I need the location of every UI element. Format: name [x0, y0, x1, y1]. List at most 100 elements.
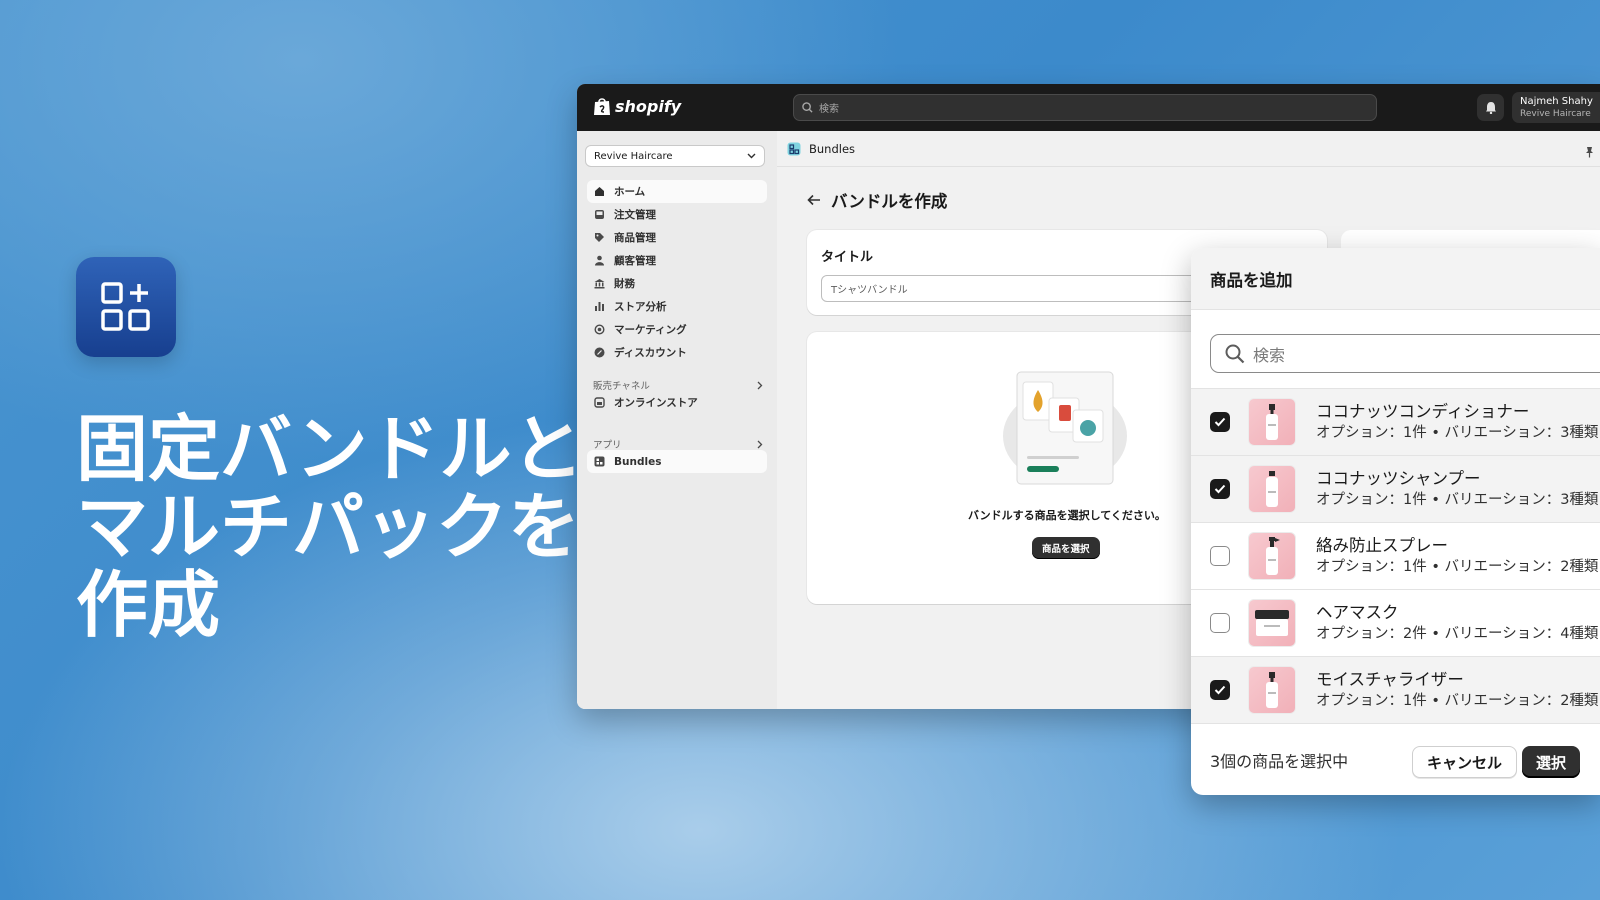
bundle-title-placeholder: Tシャツバンドル [831, 285, 908, 296]
sidebar-item-discounts[interactable]: ディスカウント [587, 341, 767, 364]
search-icon [802, 102, 813, 113]
product-list: ココナッツコンディショナー オプション：1件 • バリエーション：3種類 ココナ… [1191, 388, 1600, 723]
person-icon [593, 255, 605, 267]
product-options: オプション：1件 • バリエーション：3種類 [1316, 492, 1599, 508]
modal-search-input[interactable]: 検索 [1210, 334, 1600, 373]
sidebar-item-label: 商品管理 [614, 232, 656, 244]
list-item[interactable]: ヘアマスク オプション：2件 • バリエーション：4種類 [1191, 589, 1600, 656]
list-item[interactable]: モイスチャライザー オプション：1件 • バリエーション：2種類 [1191, 656, 1600, 723]
cancel-button[interactable]: キャンセル [1412, 746, 1518, 778]
checkbox[interactable] [1210, 479, 1230, 499]
selected-count: 3個の商品を選択中 [1210, 751, 1349, 771]
sidebar-item-label: 財務 [614, 278, 635, 290]
search-icon [1225, 344, 1245, 363]
grid-plus-icon [101, 282, 150, 331]
product-thumbnail [1248, 532, 1296, 580]
product-thumbnail [1248, 599, 1296, 647]
shopify-logo[interactable]: shopify [593, 96, 681, 116]
bar-chart-icon [593, 301, 605, 313]
tag-icon [593, 232, 605, 244]
sidebar: Revive Haircare ホーム 注文管理 商品管理 顧客管理 財務 スト… [577, 131, 777, 709]
bottle-icon [1266, 471, 1278, 507]
user-menu[interactable]: Najmeh Shahy Revive Haircare [1512, 92, 1600, 123]
modal-search-placeholder: 検索 [1253, 345, 1286, 365]
product-options: オプション：1件 • バリエーション：2種類 [1316, 559, 1599, 575]
inbox-icon [593, 209, 605, 221]
checkbox[interactable] [1210, 412, 1230, 432]
top-bar: shopify 検索 Najmeh Shahy Revive Haircare [577, 84, 1600, 131]
notifications-button[interactable] [1477, 94, 1504, 121]
hero-line-3: 作成 [76, 563, 221, 647]
confirm-select-button[interactable]: 選択 [1522, 746, 1581, 778]
checkmark-icon [1214, 484, 1226, 494]
checkmark-icon [1214, 685, 1226, 695]
breadcrumb-label[interactable]: Bundles [809, 142, 855, 156]
global-search-input[interactable]: 検索 [793, 94, 1377, 121]
sidebar-item-label: 注文管理 [614, 209, 656, 221]
back-arrow-icon[interactable] [807, 194, 821, 206]
checkbox[interactable] [1210, 546, 1230, 566]
sidebar-item-bundles[interactable]: Bundles [587, 450, 767, 473]
bundles-app-icon [76, 257, 176, 357]
primary-nav: ホーム 注文管理 商品管理 顧客管理 財務 ストア分析 マーケティング ディスカ… [587, 180, 767, 364]
checkbox[interactable] [1210, 613, 1230, 633]
sidebar-item-label: ディスカウント [614, 347, 687, 359]
sidebar-item-label: 顧客管理 [614, 255, 656, 267]
store-selector[interactable]: Revive Haircare [585, 145, 765, 167]
product-name: 絡み防止スプレー [1316, 536, 1448, 555]
chevron-down-icon [747, 153, 756, 159]
page-title-text: バンドルを作成 [831, 192, 948, 211]
modal-footer: 3個の商品を選択中 キャンセル 選択 [1191, 723, 1600, 795]
product-name: ヘアマスク [1316, 603, 1399, 622]
select-products-button[interactable]: 商品を選択 [1032, 537, 1100, 559]
list-item[interactable]: ココナッツシャンプー オプション：1件 • バリエーション：3種類 [1191, 455, 1600, 522]
bottle-icon [1266, 404, 1278, 440]
shopping-bag-icon [594, 98, 610, 115]
product-name: モイスチャライザー [1316, 670, 1464, 689]
sidebar-item-marketing[interactable]: マーケティング [587, 318, 767, 341]
sidebar-item-customers[interactable]: 顧客管理 [587, 249, 767, 272]
apps-label: アプリ [593, 440, 622, 451]
add-products-modal: 商品を追加 検索 ココナッツコンディショナー オプション：1件 • バリエーショ… [1191, 248, 1600, 795]
sidebar-item-online-store[interactable]: オンラインストア [587, 391, 767, 414]
breadcrumb: Bundles [777, 131, 1600, 167]
sidebar-item-label: オンラインストア [614, 397, 698, 409]
sidebar-item-orders[interactable]: 注文管理 [587, 203, 767, 226]
pin-icon[interactable] [1585, 143, 1594, 162]
product-options: オプション：1件 • バリエーション：2種類 [1316, 693, 1599, 709]
product-thumbnail [1248, 465, 1296, 513]
sidebar-item-analytics[interactable]: ストア分析 [587, 295, 767, 318]
chevron-right-icon [757, 440, 763, 448]
bottle-icon [1266, 672, 1278, 708]
sidebar-item-finance[interactable]: 財務 [587, 272, 767, 295]
bank-icon [593, 278, 605, 290]
hero-headline: 固定バンドルと マルチパックを 作成 [76, 410, 584, 647]
sidebar-item-products[interactable]: 商品管理 [587, 226, 767, 249]
apps-header[interactable]: アプリ [593, 437, 763, 451]
checkmark-icon [1214, 417, 1226, 427]
target-icon [593, 324, 605, 336]
chevron-right-icon [757, 381, 763, 389]
product-thumbnail [1248, 666, 1296, 714]
modal-title: 商品を追加 [1191, 248, 1600, 310]
checkbox[interactable] [1210, 680, 1230, 700]
sidebar-item-home[interactable]: ホーム [587, 180, 767, 203]
page-title: バンドルを作成 [807, 188, 947, 212]
spray-bottle-icon [1266, 537, 1280, 575]
store-name: Revive Haircare [594, 150, 673, 162]
bundles-app-badge-icon [787, 142, 801, 155]
sidebar-item-label: Bundles [614, 455, 662, 468]
sales-channels-header[interactable]: 販売チャネル [593, 378, 763, 392]
sales-channels-label: 販売チャネル [593, 381, 650, 392]
home-icon [593, 186, 605, 198]
logo-text: shopify [615, 96, 682, 116]
list-item[interactable]: ココナッツコンディショナー オプション：1件 • バリエーション：3種類 [1191, 388, 1600, 455]
product-name: ココナッツシャンプー [1316, 469, 1481, 488]
empty-state-illustration [1003, 371, 1127, 485]
sidebar-item-label: ストア分析 [614, 301, 667, 313]
bell-icon [1485, 102, 1496, 114]
user-store: Revive Haircare [1520, 109, 1591, 119]
list-item[interactable]: 絡み防止スプレー オプション：1件 • バリエーション：2種類 [1191, 522, 1600, 589]
bundle-title-input[interactable]: Tシャツバンドル [821, 275, 1241, 302]
user-name: Najmeh Shahy [1520, 96, 1593, 107]
